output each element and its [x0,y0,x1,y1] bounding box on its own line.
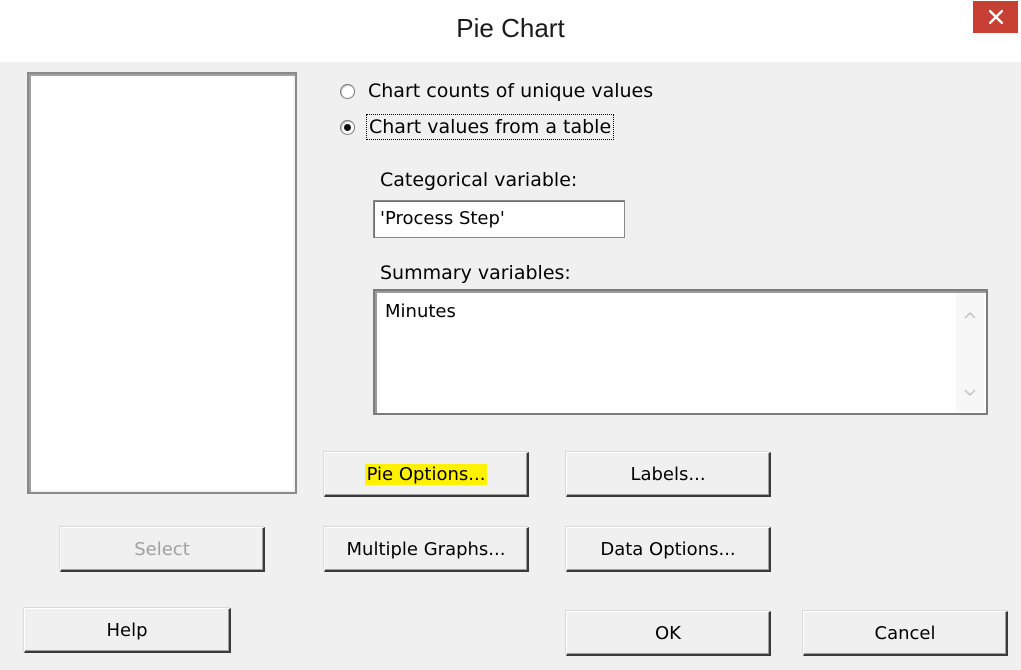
summary-variable-value: Minutes [385,301,456,322]
summary-scrollbar[interactable] [956,293,984,411]
labels-button[interactable]: Labels... [566,452,771,497]
categorical-variable-label: Categorical variable: [380,169,578,191]
multiple-graphs-button[interactable]: Multiple Graphs... [324,527,529,572]
data-options-label: Data Options... [600,538,736,560]
ok-label: OK [655,622,681,644]
cancel-label: Cancel [874,622,936,644]
summary-variables-input[interactable]: Minutes [373,289,988,415]
scroll-up-icon[interactable] [956,303,984,327]
select-label: Select [134,538,190,560]
close-button[interactable] [973,1,1018,33]
labels-label: Labels... [630,463,706,485]
radio-circle-selected[interactable] [340,119,355,135]
close-icon [988,10,1003,24]
pie-options-button[interactable]: Pie Options... [324,452,529,497]
categorical-variable-value: 'Process Step' [380,208,505,229]
cancel-button[interactable]: Cancel [803,611,1008,656]
multiple-graphs-label: Multiple Graphs... [346,538,506,560]
help-label: Help [106,619,148,641]
categorical-variable-input[interactable]: 'Process Step' [373,200,625,238]
dialog-title: Pie Chart [456,13,565,43]
radio-circle[interactable] [340,83,355,99]
select-button[interactable]: Select [60,527,265,572]
pie-options-label: Pie Options... [364,463,488,485]
radio-chart-counts[interactable]: Chart counts of unique values [340,80,653,102]
radio-chart-counts-label: Chart counts of unique values [368,80,654,102]
help-button[interactable]: Help [24,608,231,653]
data-options-button[interactable]: Data Options... [566,527,771,572]
radio-chart-values[interactable]: Chart values from a table [340,114,615,140]
scroll-down-icon[interactable] [956,381,984,405]
summary-variables-label: Summary variables: [380,262,571,284]
ok-button[interactable]: OK [566,611,771,656]
radio-chart-values-label: Chart values from a table [365,114,615,140]
variables-listbox[interactable] [27,72,297,494]
title-bar: Pie Chart [0,0,1021,62]
